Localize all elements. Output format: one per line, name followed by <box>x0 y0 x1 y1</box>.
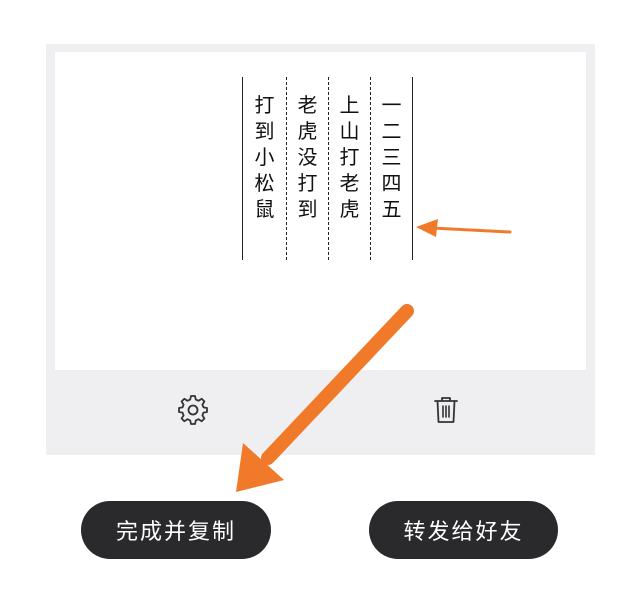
char: 虎 <box>297 119 318 143</box>
char: 到 <box>297 197 318 221</box>
char: 打 <box>254 93 275 117</box>
char: 到 <box>254 119 275 143</box>
char: 一 <box>381 93 402 117</box>
share-friend-button[interactable]: 转发给好友 <box>369 501 558 559</box>
vertical-text-canvas[interactable]: 一 二 三 四 五 上 山 打 老 虎 老 虎 没 打 到 打 到 小 松 鼠 <box>55 52 586 370</box>
char: 小 <box>254 145 275 169</box>
char: 山 <box>339 119 360 143</box>
text-column-3: 老 虎 没 打 到 <box>287 77 329 260</box>
char: 没 <box>297 145 318 169</box>
text-column-1: 一 二 三 四 五 <box>371 77 413 260</box>
char: 老 <box>339 171 360 195</box>
settings-button[interactable] <box>177 394 209 426</box>
text-column-4: 打 到 小 松 鼠 <box>242 77 287 260</box>
vertical-text-grid: 一 二 三 四 五 上 山 打 老 虎 老 虎 没 打 到 打 到 小 松 鼠 <box>242 77 413 260</box>
gear-icon <box>178 395 208 425</box>
editor-panel: 一 二 三 四 五 上 山 打 老 虎 老 虎 没 打 到 打 到 小 松 鼠 <box>46 44 595 455</box>
trash-icon <box>434 397 458 423</box>
char: 打 <box>339 145 360 169</box>
char: 虎 <box>339 197 360 221</box>
text-column-2: 上 山 打 老 虎 <box>329 77 371 260</box>
char: 松 <box>254 171 275 195</box>
char: 鼠 <box>254 197 275 221</box>
complete-copy-button[interactable]: 完成并复制 <box>81 501 271 559</box>
char: 三 <box>381 145 402 169</box>
char: 二 <box>381 119 402 143</box>
char: 五 <box>381 197 402 221</box>
char: 打 <box>297 171 318 195</box>
char: 老 <box>297 93 318 117</box>
delete-button[interactable] <box>430 394 462 426</box>
char: 上 <box>339 93 360 117</box>
char: 四 <box>381 171 402 195</box>
